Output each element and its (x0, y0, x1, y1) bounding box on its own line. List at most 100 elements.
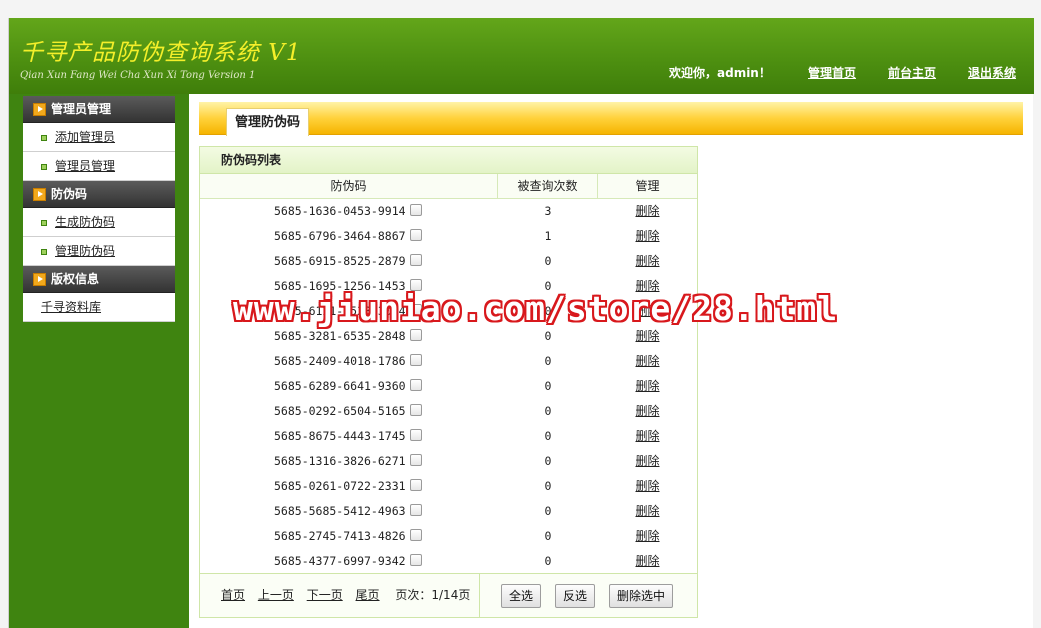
prev-page-link[interactable]: 上一页 (258, 588, 294, 602)
count-cell: 0 (544, 254, 552, 268)
generate-codes-link[interactable]: 生成防伪码 (55, 215, 115, 229)
row-checkbox[interactable] (410, 429, 422, 441)
logout-link[interactable]: 退出系统 (968, 64, 1016, 81)
table-row: 5685-5685-5412-4963 0 删除 (200, 499, 697, 524)
menu-group-codes[interactable]: 防伪码 (23, 181, 175, 208)
count-cell: 0 (544, 454, 552, 468)
tab-bar: 管理防伪码 (199, 102, 1023, 136)
menu-group-label: 防伪码 (51, 187, 88, 201)
table-row: 5685-1636-0453-9914 3 删除 (200, 199, 697, 224)
table-row: 5685-6915-8525-2879 0 删除 (200, 249, 697, 274)
table-row: 5685-6796-3464-8867 1 删除 (200, 224, 697, 249)
page-info: 页次：1/14页 (395, 588, 471, 602)
table-row: 5685-2409-4018-1786 0 删除 (200, 349, 697, 374)
code-cell: 5685-2745-7413-4826 (274, 529, 406, 543)
code-cell: 5685-1316-3826-6271 (274, 454, 406, 468)
code-cell: 5685-0261-0722-2331 (274, 479, 406, 493)
count-cell: 0 (544, 404, 552, 418)
table-footer: 首页 上一页 下一页 尾页 页次：1/14页 全选 反选 删除选中 (200, 573, 697, 617)
delete-link[interactable]: 删除 (598, 349, 697, 374)
column-header-count: 被查询次数 (498, 174, 598, 199)
square-bullet-icon (41, 135, 47, 141)
count-cell: 0 (544, 379, 552, 393)
row-checkbox[interactable] (410, 204, 422, 216)
app-title: 千寻产品防伪查询系统 V1 (20, 40, 302, 66)
code-cell: 5685-2409-4018-1786 (274, 354, 406, 368)
table-row: 5685-6289-6641-9360 0 删除 (200, 374, 697, 399)
delete-selected-button[interactable]: 删除选中 (609, 584, 674, 608)
delete-link[interactable]: 删除 (598, 199, 697, 224)
count-cell: 0 (544, 529, 552, 543)
menu-group-label: 版权信息 (51, 272, 100, 286)
code-cell: 5685-6796-3464-8867 (274, 229, 406, 243)
panel-title: 防伪码列表 (200, 147, 697, 174)
delete-link[interactable]: 删除 (598, 399, 697, 424)
delete-link[interactable]: 删除 (598, 224, 697, 249)
row-checkbox[interactable] (410, 454, 422, 466)
admin-home-link[interactable]: 管理首页 (808, 64, 856, 81)
delete-link[interactable]: 删除 (598, 549, 697, 574)
column-header-manage: 管理 (635, 179, 660, 193)
count-cell: 0 (544, 504, 552, 518)
code-cell: 5685-0292-6504-5165 (274, 404, 406, 418)
code-cell: 5685-5685-5412-4963 (274, 504, 406, 518)
row-checkbox[interactable] (410, 504, 422, 516)
sidebar-item-manage-admin: 管理员管理 (23, 152, 175, 181)
row-checkbox[interactable] (410, 379, 422, 391)
row-checkbox[interactable] (410, 229, 422, 241)
table-row: 5685-8675-4443-1745 0 删除 (200, 424, 697, 449)
header-bar: 千寻产品防伪查询系统 V1 Qian Xun Fang Wei Cha Xun … (9, 18, 1034, 94)
delete-link[interactable]: 删除 (598, 449, 697, 474)
row-checkbox[interactable] (410, 254, 422, 266)
delete-link[interactable]: 删除 (598, 424, 697, 449)
table-row: 5685-1316-3826-6271 0 删除 (200, 449, 697, 474)
table-header: 防伪码 被查询次数 管理 (200, 174, 697, 199)
code-list-panel: 防伪码列表 防伪码 被查询次数 管理 5685-1636-0453-9914 3 删… (199, 146, 698, 618)
code-cell: 5685-8675-4443-1745 (274, 429, 406, 443)
table-row: 5685-0261-0722-2331 0 删除 (200, 474, 697, 499)
first-page-link[interactable]: 首页 (221, 588, 245, 602)
front-home-link[interactable]: 前台主页 (888, 64, 936, 81)
count-cell: 0 (544, 479, 552, 493)
sidebar-menu: 管理员管理 添加管理员 管理员管理 防伪码 生成防伪码 管理防伪码 版权信息 千… (23, 96, 175, 322)
arrow-right-icon (33, 273, 46, 286)
invert-selection-button[interactable]: 反选 (555, 584, 596, 608)
code-cell: 5685-1636-0453-9914 (274, 204, 406, 218)
sidebar-item-add-admin: 添加管理员 (23, 123, 175, 152)
delete-link[interactable]: 删除 (598, 524, 697, 549)
square-bullet-icon (41, 249, 47, 255)
last-page-link[interactable]: 尾页 (356, 588, 380, 602)
delete-link[interactable]: 删除 (598, 474, 697, 499)
table-body: 5685-1636-0453-9914 3 删除 5685-6796-3464-886… (200, 199, 697, 574)
welcome-text: 欢迎你，admin！ (669, 66, 771, 80)
row-checkbox[interactable] (410, 404, 422, 416)
delete-link[interactable]: 删除 (598, 374, 697, 399)
watermark-text: www.jiuniao.com/store/28.html (233, 289, 839, 328)
row-checkbox[interactable] (410, 329, 422, 341)
manage-admin-link[interactable]: 管理员管理 (55, 159, 115, 173)
sidebar-item-manage-codes: 管理防伪码 (23, 237, 175, 266)
app-subtitle: Qian Xun Fang Wei Cha Xun Xi Tong Versio… (20, 70, 256, 81)
pagination: 首页 上一页 下一页 尾页 页次：1/14页 (200, 574, 480, 617)
count-cell: 1 (544, 229, 552, 243)
row-checkbox[interactable] (410, 479, 422, 491)
select-all-button[interactable]: 全选 (501, 584, 542, 608)
add-admin-link[interactable]: 添加管理员 (55, 130, 115, 144)
column-header-code: 防伪码 (200, 174, 498, 199)
manage-codes-link[interactable]: 管理防伪码 (55, 244, 115, 258)
menu-group-label: 管理员管理 (51, 102, 112, 116)
row-checkbox[interactable] (410, 554, 422, 566)
count-cell: 0 (544, 429, 552, 443)
code-cell: 5685-4377-6997-9342 (274, 554, 406, 568)
tab-manage-codes[interactable]: 管理防伪码 (226, 108, 310, 136)
row-checkbox[interactable] (410, 354, 422, 366)
menu-group-copyright[interactable]: 版权信息 (23, 266, 175, 293)
menu-group-admin[interactable]: 管理员管理 (23, 96, 175, 123)
next-page-link[interactable]: 下一页 (307, 588, 343, 602)
arrow-right-icon (33, 188, 46, 201)
row-checkbox[interactable] (410, 529, 422, 541)
table-row: 5685-4377-6997-9342 0 删除 (200, 549, 697, 574)
library-link[interactable]: 千寻资料库 (41, 300, 101, 314)
delete-link[interactable]: 删除 (598, 499, 697, 524)
delete-link[interactable]: 删除 (598, 249, 697, 274)
